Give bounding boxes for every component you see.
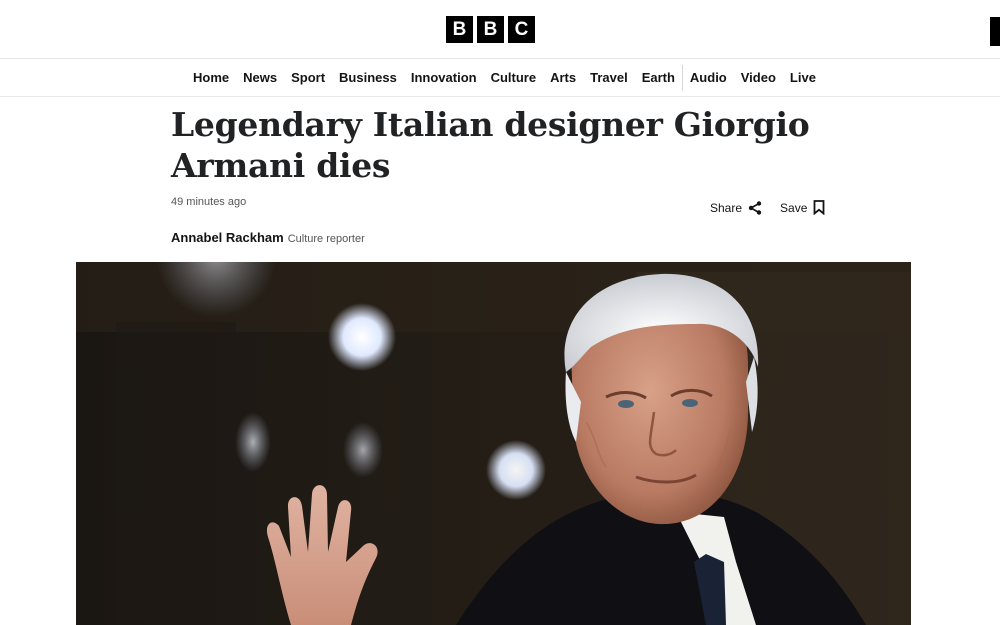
bookmark-icon [813,200,825,215]
nav-item-business[interactable]: Business [332,59,404,97]
bbc-logo-letter-b1: B [446,16,473,43]
nav-item-culture[interactable]: Culture [484,59,544,97]
nav-item-video[interactable]: Video [734,59,783,97]
nav-item-live[interactable]: Live [783,59,823,97]
masthead: B B C [0,0,1000,59]
author-role: Culture reporter [287,233,365,245]
byline: Annabel Rackham Culture reporter [171,230,365,245]
bbc-logo-letter-c: C [508,16,535,43]
nav-item-earth[interactable]: Earth [635,59,682,97]
author-name[interactable]: Annabel Rackham [171,230,284,245]
save-label: Save [780,200,808,215]
share-button[interactable]: Share [710,201,762,215]
nav-item-audio[interactable]: Audio [683,59,734,97]
nav-item-home[interactable]: Home [186,59,236,97]
nav-list: Home News Sport Business Innovation Cult… [186,59,823,97]
nav-item-innovation[interactable]: Innovation [404,59,484,97]
bbc-logo-letter-b2: B [477,16,504,43]
account-button-edge[interactable] [990,17,1000,46]
bbc-logo[interactable]: B B C [446,16,535,43]
nav-item-sport[interactable]: Sport [284,59,332,97]
share-label: Share [710,200,743,215]
share-icon [748,200,762,215]
article-headline: Legendary Italian designer Giorgio Arman… [171,105,810,185]
article-timestamp: 49 minutes ago [171,196,247,208]
hero-photo-illustration [76,262,911,625]
nav-item-travel[interactable]: Travel [583,59,635,97]
main-navigation: Home News Sport Business Innovation Cult… [0,59,1000,97]
nav-item-arts[interactable]: Arts [543,59,583,97]
hero-image [76,262,911,625]
save-button[interactable]: Save [780,200,825,215]
article-actions: Share Save [710,200,825,215]
nav-item-news[interactable]: News [236,59,284,97]
